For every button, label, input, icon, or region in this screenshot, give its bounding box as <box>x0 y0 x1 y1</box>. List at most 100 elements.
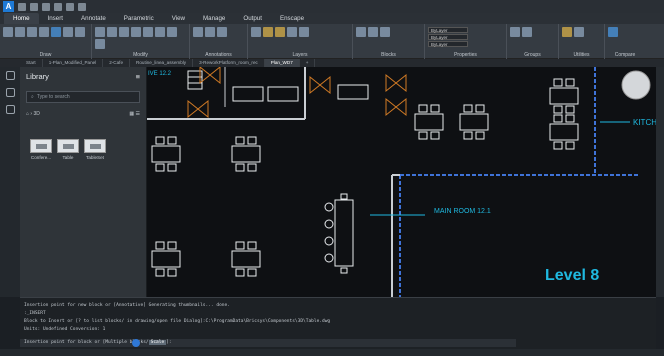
mirror-icon[interactable] <box>131 27 141 37</box>
insert-block-icon[interactable] <box>356 27 366 37</box>
layer-on-icon[interactable] <box>263 27 273 37</box>
command-history-line: :_INSERT <box>24 311 46 316</box>
dimension-icon[interactable] <box>205 27 215 37</box>
scale-icon[interactable] <box>143 27 153 37</box>
command-history-line: Block to Insert or [? to list blocks/ in… <box>24 319 331 324</box>
tab-home[interactable]: Home <box>4 13 39 24</box>
round-table <box>621 70 651 100</box>
measure-icon[interactable] <box>562 27 572 37</box>
ungroup-icon[interactable] <box>522 27 532 37</box>
stretch-icon[interactable] <box>95 39 105 49</box>
doc-tab[interactable]: 3-ReworkPlatform_room_rec <box>193 59 265 67</box>
arc-icon[interactable] <box>27 27 37 37</box>
door-swing <box>197 99 209 119</box>
table-chair <box>247 268 257 277</box>
panel-groups-label: Groups <box>524 52 541 58</box>
view-toggle: ▦ ☰ <box>129 111 140 117</box>
home-icon[interactable]: ⌂ <box>26 111 29 117</box>
tab-annotate[interactable]: Annotate <box>72 13 115 24</box>
scale-option[interactable]: Scale <box>148 340 167 345</box>
edit-block-icon[interactable] <box>380 27 390 37</box>
table-chair <box>247 241 257 250</box>
doc-tab[interactable]: 1-Plan_Modified_Panel <box>43 59 104 67</box>
table-chair <box>430 131 440 140</box>
grid-view-icon[interactable]: ▦ <box>129 111 134 117</box>
open-file-icon[interactable] <box>30 2 38 11</box>
layers-icon[interactable] <box>251 27 261 37</box>
block-thumbnail <box>30 139 52 153</box>
hatch-icon[interactable] <box>63 27 73 37</box>
move-icon[interactable] <box>95 27 105 37</box>
layer-freeze-icon[interactable] <box>275 27 285 37</box>
block-thumbnail <box>84 139 106 153</box>
function-icon[interactable] <box>5 88 15 97</box>
layers-panel-icon[interactable] <box>5 105 15 114</box>
calculator-icon[interactable] <box>574 27 584 37</box>
trim-icon[interactable] <box>155 27 165 37</box>
list-view-icon[interactable]: ☰ <box>136 111 140 117</box>
chair <box>340 267 348 274</box>
tab-view[interactable]: View <box>163 13 194 24</box>
library-item-label: Table <box>62 155 74 160</box>
polyline-icon[interactable] <box>15 27 25 37</box>
doc-tab[interactable]: 2-Cafe <box>103 59 131 67</box>
undo-icon[interactable] <box>54 2 62 11</box>
group-icon[interactable] <box>510 27 520 37</box>
table-chair <box>565 78 575 87</box>
app-logo[interactable]: A <box>3 1 14 12</box>
doc-tab-active[interactable]: Plan_WD7 <box>264 59 300 67</box>
copy-icon[interactable] <box>107 27 117 37</box>
tab-output[interactable]: Output <box>234 13 271 24</box>
save-icon[interactable] <box>42 2 50 11</box>
doc-tab[interactable]: Routine_linea_assembly <box>130 59 194 67</box>
print-icon[interactable] <box>78 2 86 11</box>
line-icon[interactable] <box>3 27 13 37</box>
table <box>231 145 261 163</box>
doc-tab-start[interactable]: Start <box>20 59 43 67</box>
counter <box>267 86 299 102</box>
layer-lock-icon[interactable] <box>287 27 297 37</box>
rectangle-icon[interactable] <box>51 27 61 37</box>
snap-icon[interactable] <box>5 71 15 80</box>
create-block-icon[interactable] <box>368 27 378 37</box>
mouse-cursor-indicator <box>132 339 140 347</box>
library-search-input[interactable]: ⌕ Type to search <box>26 91 140 103</box>
command-input[interactable]: Insertion point for block or [Multiple b… <box>20 339 516 347</box>
panel-layers-label: Layers <box>292 52 308 58</box>
new-tab-button[interactable]: + <box>300 59 316 67</box>
door-swing <box>395 73 407 93</box>
tab-manage[interactable]: Manage <box>194 13 234 24</box>
menu-icon[interactable]: ≡ <box>136 72 140 81</box>
table-chair <box>167 136 177 145</box>
chair <box>340 193 348 200</box>
library-item-conference[interactable]: Confere... <box>30 139 52 160</box>
tab-insert[interactable]: Insert <box>39 13 72 24</box>
fillet-icon[interactable] <box>167 27 177 37</box>
table-chair <box>235 163 245 172</box>
panel-modify: Modify <box>92 24 190 59</box>
ribbon: Draw Modify Annotations Layers Blocks By… <box>0 24 664 59</box>
lineweight-select[interactable]: ByLayer <box>428 41 468 47</box>
table-chair <box>155 163 165 172</box>
status-bar <box>0 349 664 356</box>
spline-icon[interactable] <box>75 27 85 37</box>
tab-enscape[interactable]: Enscape <box>271 13 313 24</box>
new-file-icon[interactable] <box>18 2 26 11</box>
layer-match-icon[interactable] <box>299 27 309 37</box>
text-icon[interactable] <box>193 27 203 37</box>
panel-modify-label: Modify <box>133 52 148 58</box>
library-item-tableset[interactable]: TableSet <box>84 139 106 160</box>
redo-icon[interactable] <box>66 2 74 11</box>
rotate-icon[interactable] <box>119 27 129 37</box>
linetype-select[interactable]: ByLayer <box>428 34 468 40</box>
drawing-compare-icon[interactable] <box>608 27 618 37</box>
table-chair <box>430 104 440 113</box>
circle-icon[interactable] <box>39 27 49 37</box>
tab-parametric[interactable]: Parametric <box>115 13 163 24</box>
library-item-table[interactable]: Table <box>57 139 79 160</box>
breadcrumb-3d[interactable]: 3D <box>33 111 39 117</box>
library-item-label: Confere... <box>30 155 52 160</box>
leader-icon[interactable] <box>217 27 227 37</box>
color-select[interactable]: ByLayer <box>428 27 468 33</box>
ribbon-tabs: Home Insert Annotate Parametric View Man… <box>0 13 664 24</box>
